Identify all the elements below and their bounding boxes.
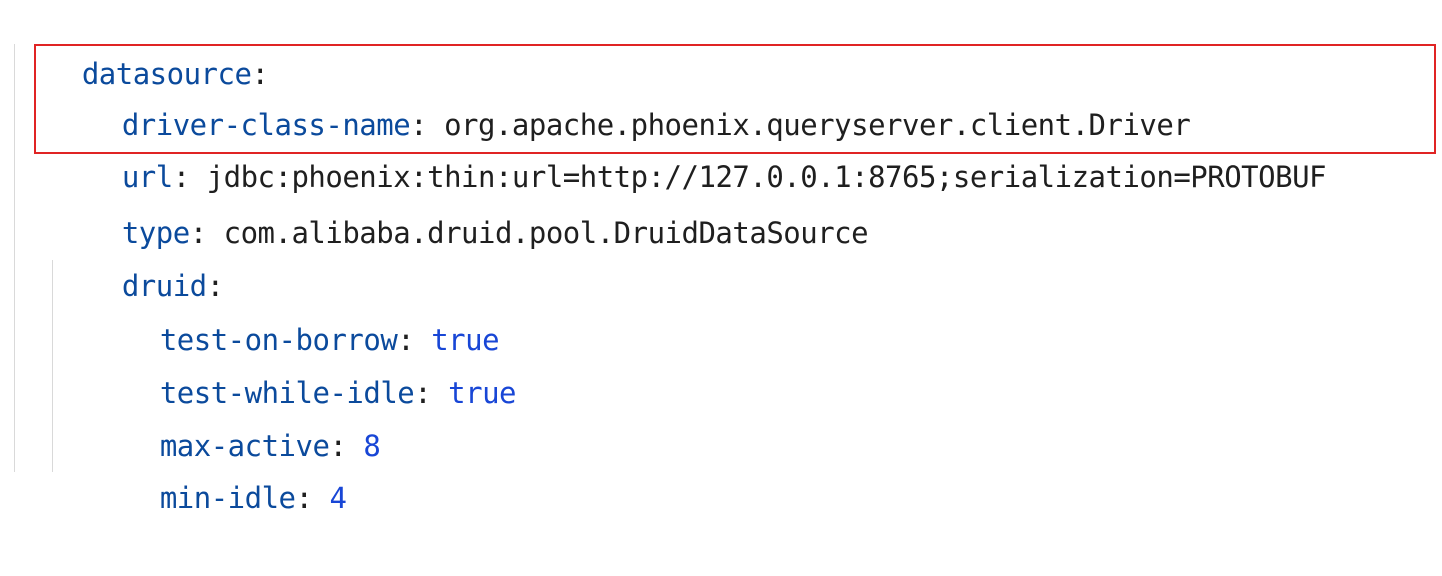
yaml-line-min-idle: min-idle: 4 — [92, 420, 347, 515]
highlight-annotation-box — [34, 44, 1436, 154]
yaml-value-min-idle: 4 — [329, 481, 347, 515]
yaml-value-type: com.alibaba.druid.pool.DruidDataSource — [223, 216, 869, 250]
yaml-line-test-on-borrow: test-on-borrow: true — [92, 262, 500, 357]
yaml-value-max-active: 8 — [363, 429, 381, 463]
yaml-value-test-while-idle: true — [448, 376, 517, 410]
indent-guide-level-2 — [52, 260, 53, 472]
yaml-line-druid: druid: — [54, 208, 224, 303]
yaml-line-type: type: com.alibaba.druid.pool.DruidDataSo… — [54, 155, 869, 250]
yaml-line-test-while-idle: test-while-idle: true — [92, 315, 517, 410]
yaml-line-datasource: datasource: — [14, 0, 269, 91]
yaml-colon: : — [295, 481, 330, 515]
yaml-key-min-idle: min-idle — [159, 481, 296, 515]
yaml-line-max-active: max-active: 8 — [92, 368, 381, 463]
yaml-colon: : — [414, 376, 449, 410]
code-editor: datasource: driver-class-name: org.apach… — [0, 0, 1442, 515]
